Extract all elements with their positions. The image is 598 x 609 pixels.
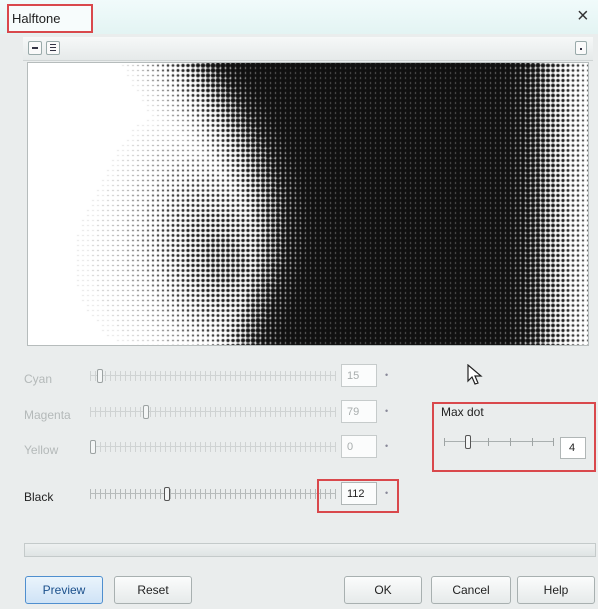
max-dot-value[interactable]: 4 <box>560 437 586 459</box>
max-dot-slider-thumb[interactable] <box>464 435 471 449</box>
reset-button[interactable]: Reset <box>114 576 192 604</box>
close-icon[interactable]: × <box>577 6 589 26</box>
spin-icon[interactable]: • <box>385 370 391 380</box>
channel-slider-thumb[interactable] <box>142 405 149 419</box>
preview-toolbar <box>23 37 593 61</box>
channel-value-magenta[interactable]: 79 <box>341 400 377 423</box>
channel-slider-thumb[interactable] <box>90 440 96 454</box>
channel-slider-magenta[interactable] <box>90 405 336 419</box>
ok-button[interactable]: OK <box>344 576 422 604</box>
single-view-icon[interactable] <box>28 41 42 55</box>
max-dot-slider[interactable] <box>444 434 554 450</box>
channel-label-black: Black <box>24 490 54 504</box>
halftone-preview[interactable] <box>27 62 589 346</box>
help-button[interactable]: Help <box>517 576 595 604</box>
channel-slider-thumb[interactable] <box>164 487 171 501</box>
channel-slider-cyan[interactable] <box>90 369 336 383</box>
split-view-icon[interactable] <box>46 41 60 55</box>
channel-label-yellow: Yellow <box>24 443 59 457</box>
preview-button[interactable]: Preview <box>25 576 103 604</box>
spin-icon[interactable]: • <box>385 441 391 451</box>
progress-bar <box>24 543 596 557</box>
channel-slider-thumb[interactable] <box>97 369 104 383</box>
halftone-image <box>28 63 588 345</box>
channel-value-yellow[interactable]: 0 <box>341 435 377 458</box>
mouse-cursor-icon <box>467 364 483 385</box>
channel-label-magenta: Magenta <box>24 408 71 422</box>
channel-label-cyan: Cyan <box>24 372 53 386</box>
channel-slider-black[interactable] <box>90 487 336 501</box>
channel-value-cyan[interactable]: 15 <box>341 364 377 387</box>
black-value-highlight <box>317 479 399 513</box>
options-icon[interactable] <box>575 41 587 55</box>
cancel-button[interactable]: Cancel <box>431 576 511 604</box>
window-title: Halftone <box>12 11 61 26</box>
channel-slider-yellow[interactable] <box>90 440 336 454</box>
max-dot-label: Max dot <box>441 405 484 419</box>
spin-icon[interactable]: • <box>385 406 391 416</box>
